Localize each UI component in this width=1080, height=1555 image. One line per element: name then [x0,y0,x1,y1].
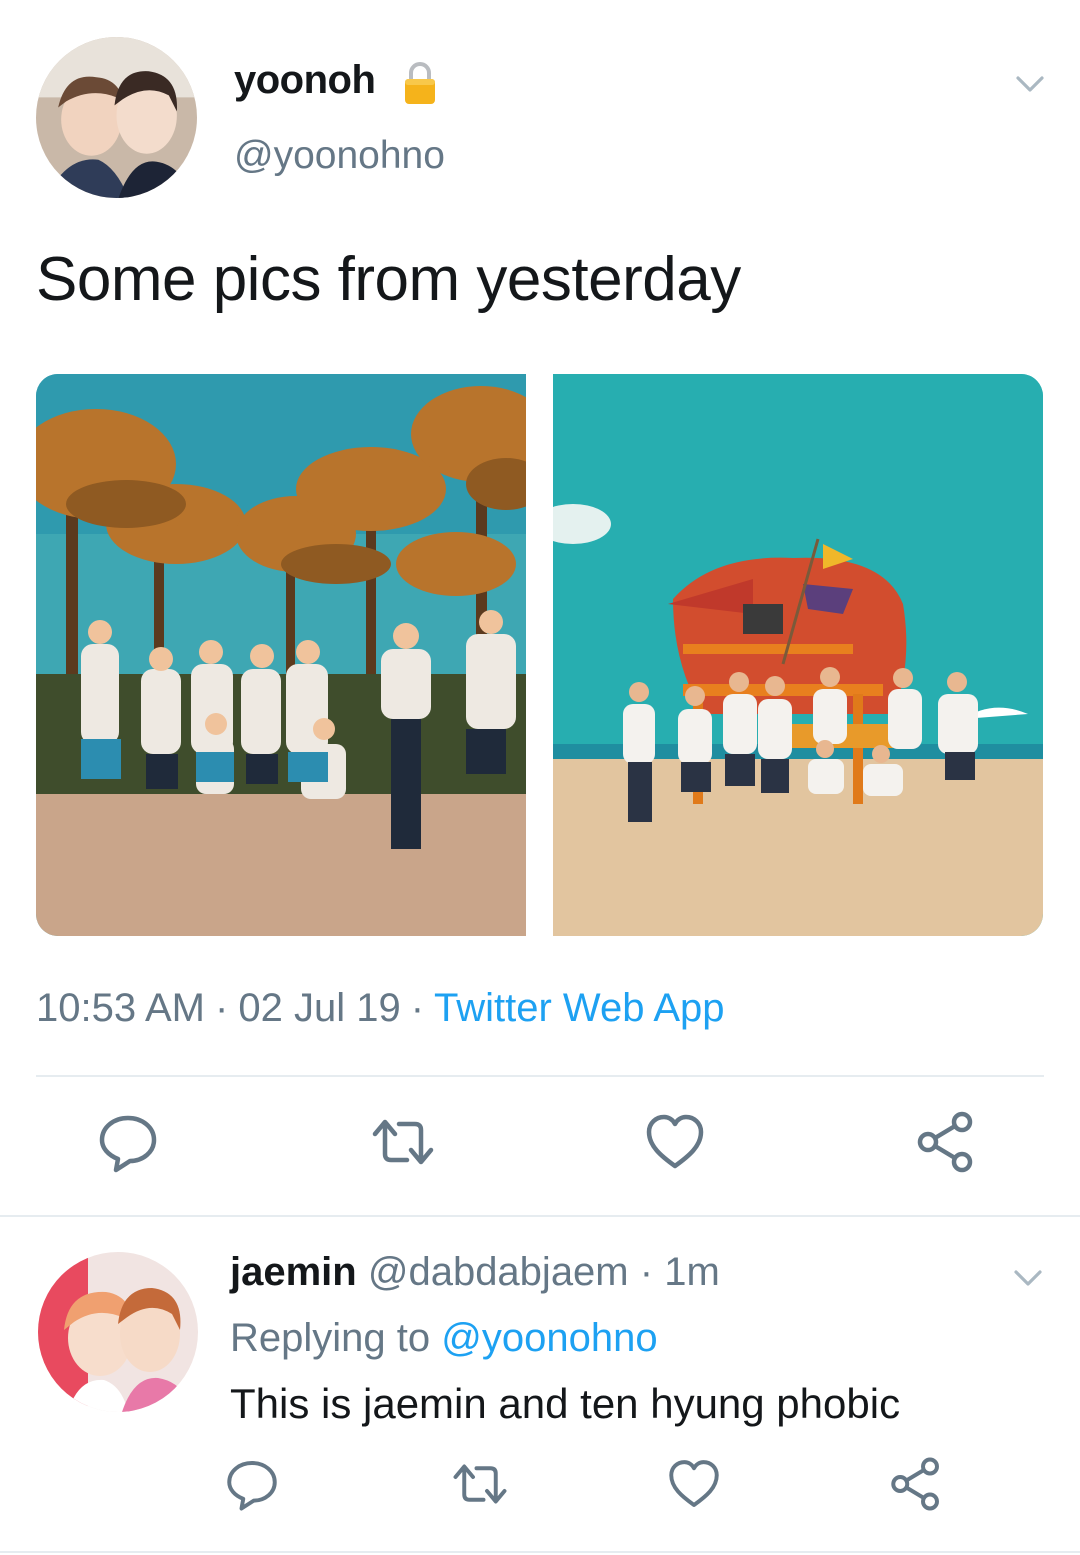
author-avatar[interactable] [36,37,197,198]
divider [36,1075,1044,1077]
tweet-text: Some pics from yesterday [36,245,741,314]
heart-icon [646,1114,704,1169]
share-icon [917,1111,973,1173]
replying-prefix: Replying to [230,1316,431,1360]
retweet-icon [453,1464,507,1504]
reply-like-button[interactable] [666,1456,722,1512]
reply-text: This is jaemin and ten hyung phobic [230,1380,901,1427]
tweet-time: 10:53 AM [36,986,206,1030]
share-button[interactable] [914,1110,978,1174]
reply-author-avatar-image [38,1252,198,1412]
retweet-button[interactable] [371,1110,435,1174]
reply-retweet-button[interactable] [452,1456,508,1512]
reply-author-avatar[interactable] [38,1252,198,1412]
retweet-icon [372,1119,434,1165]
reply-age: 1m [664,1250,720,1294]
author-avatar-image [36,37,197,198]
tweet-source-link[interactable]: Twitter Web App [434,986,725,1030]
meta-separator: · [410,986,425,1030]
author-display-name[interactable]: yoonoh [234,58,376,103]
reply-separator: · [639,1250,654,1294]
tweet-photo-lifeguard-tower[interactable] [553,374,1043,936]
reply-icon [227,1461,277,1511]
lock-icon [402,60,438,106]
divider [0,1551,1080,1553]
author-handle[interactable]: @yoonohno [234,134,445,178]
tweet-photo-palm-trees[interactable] [36,374,526,936]
reply-display-name[interactable]: jaemin [230,1250,357,1294]
tweet-date: 02 Jul 19 [238,986,401,1030]
like-button[interactable] [643,1110,707,1174]
reply-button[interactable] [96,1110,160,1174]
heart-icon [669,1460,719,1507]
reply-handle[interactable]: @dabdabjaem [368,1250,629,1294]
meta-separator: · [215,986,229,1030]
share-icon [891,1457,939,1511]
chevron-down-icon[interactable] [1010,1260,1046,1296]
divider [0,1215,1080,1217]
reply-header: jaemin @dabdabjaem · 1m [230,1250,720,1295]
reply-icon [99,1115,157,1173]
tweet-meta: 10:53 AM · 02 Jul 19 · Twitter Web App [36,986,725,1031]
reply-share-button[interactable] [888,1456,944,1512]
replying-to: Replying to @yoonohno [230,1316,658,1361]
reply-reply-button[interactable] [224,1456,280,1512]
replying-mention-link[interactable]: @yoonohno [441,1316,657,1360]
chevron-down-icon[interactable] [1012,66,1048,102]
